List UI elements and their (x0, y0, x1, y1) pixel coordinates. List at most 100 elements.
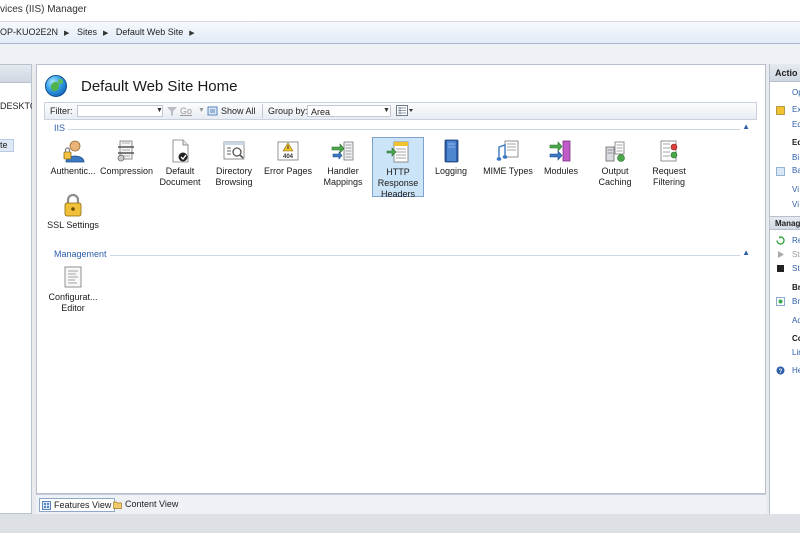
action-browse[interactable]: Br (792, 297, 800, 306)
feature-http-response-headers[interactable]: HTTP Response Headers (372, 137, 424, 199)
configure-section-header: Co (792, 334, 800, 343)
connections-pane: DESKTO te (0, 64, 32, 514)
action-help[interactable]: He (792, 366, 800, 375)
action-open[interactable]: Op (792, 88, 800, 97)
group-header-management[interactable]: Management ▲ (44, 248, 764, 261)
filter-toolbar: Filter: ▼ Go ▼ Show All Group by: Area ▼ (44, 102, 757, 120)
permissions-icon (776, 106, 785, 115)
settings-icon (776, 167, 785, 176)
features-panel: Default Web Site Home Filter: ▼ Go ▼ Sho… (36, 64, 766, 494)
collapse-icon[interactable]: ▲ (742, 248, 750, 257)
action-edit-permissions[interactable]: Ed (792, 120, 800, 129)
group-header-iis[interactable]: IIS ▲ (44, 122, 764, 135)
feature-label: Authentic... (50, 166, 96, 176)
actions-header: Actio (770, 64, 800, 82)
feature-label: Default (165, 166, 195, 176)
window-title: vices (IIS) Manager (0, 4, 87, 15)
feature-label: Browsing (215, 177, 253, 187)
handler-mappings-icon (331, 139, 355, 163)
action-view-virtual-directories[interactable]: Vi (792, 200, 799, 209)
breadcrumb-server[interactable]: OP-KUO2E2N (0, 27, 58, 37)
group-by-select[interactable]: Area (307, 105, 391, 117)
features-view-icon (42, 501, 51, 510)
group-by-label: Group by: (268, 106, 308, 116)
feature-handler-mappings[interactable]: Handler Mappings (317, 137, 369, 197)
feature-label: Document (159, 177, 201, 187)
feature-label: HTTP (386, 167, 410, 177)
feature-label: Configurat... (48, 292, 98, 302)
feature-error-pages[interactable]: 404 Error Pages (262, 137, 314, 197)
output-caching-icon (603, 139, 627, 163)
breadcrumb-sites[interactable]: Sites (77, 27, 97, 37)
globe-icon (45, 75, 67, 97)
features-view-button[interactable]: Features View (39, 498, 116, 512)
filter-dropdown-icon[interactable]: ▼ (156, 107, 163, 114)
action-limits[interactable]: Lin (792, 348, 800, 357)
toolbar-strip (0, 44, 800, 64)
browse-section-header: Br (792, 283, 800, 292)
feature-request-filtering[interactable]: Request Filtering (643, 137, 695, 197)
breadcrumb-chevron-icon[interactable]: ▶ (64, 30, 69, 37)
feature-label: Error Pages (263, 166, 313, 176)
action-advanced-settings[interactable]: Ad (792, 316, 800, 325)
feature-label: Caching (598, 177, 632, 187)
feature-label: Request (652, 166, 686, 176)
collapse-icon[interactable]: ▲ (742, 122, 750, 131)
default-document-icon (168, 139, 192, 163)
show-all-icon (207, 106, 218, 116)
group-by-value: Area (311, 107, 331, 117)
feature-authentication[interactable]: Authentic... (47, 137, 99, 197)
filter-input[interactable] (77, 105, 163, 117)
folder-icon (113, 501, 122, 509)
breadcrumb-chevron-icon[interactable]: ▶ (103, 30, 108, 37)
logging-icon (439, 139, 463, 163)
svg-text:?: ? (779, 369, 783, 375)
feature-mime-types[interactable]: MIME Types (479, 137, 537, 197)
feature-logging[interactable]: Logging (425, 137, 477, 197)
feature-label: Handler (327, 166, 359, 176)
action-stop[interactable]: Sto (792, 264, 800, 273)
feature-output-caching[interactable]: Output Caching (589, 137, 641, 197)
feature-ssl-settings[interactable]: SSL Settings (45, 191, 101, 251)
feature-label: Filtering (652, 177, 685, 187)
action-restart[interactable]: Re (792, 236, 800, 245)
authentication-icon (61, 139, 85, 163)
action-basic-settings[interactable]: Ba (792, 166, 800, 175)
request-filtering-icon (657, 139, 681, 163)
breadcrumb: OP-KUO2E2N ▶ Sites ▶ Default Web Site ▶ (0, 22, 800, 44)
modules-icon (549, 139, 573, 163)
feature-configuration-editor[interactable]: Configurat... Editor (45, 263, 101, 323)
feature-label: Output (601, 166, 629, 176)
action-view-applications[interactable]: Vi (792, 185, 799, 194)
tree-node-site[interactable]: te (0, 139, 14, 152)
feature-compression[interactable]: Compression (100, 137, 153, 197)
group-by-dropdown-icon[interactable]: ▼ (383, 107, 390, 114)
title-bar: vices (IIS) Manager (0, 0, 800, 22)
tree-node-server[interactable]: DESKTO (0, 101, 32, 111)
feature-label: SSL Settings (47, 220, 99, 230)
feature-label: Editor (61, 303, 85, 313)
connections-header (0, 65, 31, 83)
action-start[interactable]: Sta (792, 250, 800, 259)
filter-label: Filter: (50, 106, 73, 116)
error-code-text: 404 (283, 154, 294, 160)
feature-directory-browsing[interactable]: Directory Browsing (208, 137, 260, 197)
action-bindings[interactable]: Bi (792, 153, 799, 162)
feature-default-document[interactable]: Default Document (154, 137, 206, 197)
toolbar-divider (262, 104, 263, 118)
stop-icon (777, 265, 784, 272)
breadcrumb-chevron-icon[interactable]: ▶ (189, 30, 194, 37)
content-view-button[interactable]: Content View (111, 498, 181, 512)
go-dropdown-icon[interactable]: ▼ (198, 107, 205, 114)
feature-modules[interactable]: Modules (535, 137, 587, 197)
page-title: Default Web Site Home (81, 78, 238, 95)
view-mode-button[interactable] (396, 104, 414, 119)
help-icon: ? (776, 366, 785, 375)
view-switcher: Features View Content View (36, 494, 766, 514)
feature-label: Logging (434, 166, 468, 176)
group-label-iis: IIS (54, 123, 69, 133)
action-explore[interactable]: Ex (792, 105, 800, 114)
restart-icon (776, 236, 785, 245)
view-grid-icon (396, 105, 413, 116)
breadcrumb-site[interactable]: Default Web Site (116, 27, 183, 37)
